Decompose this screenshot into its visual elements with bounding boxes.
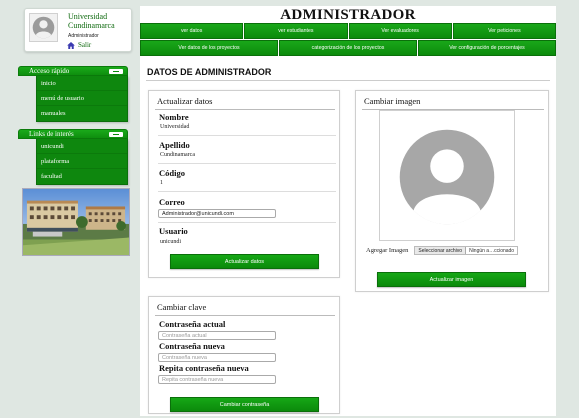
minus-icon[interactable] <box>109 131 123 137</box>
user-card: Universidad Cundinamarca Administrador S… <box>24 8 132 52</box>
new-password-field[interactable]: Contraseña nueva <box>158 353 276 362</box>
nav-ver-estudiantes[interactable]: ver estudiantes <box>244 23 348 39</box>
sidebar-item-plataforma[interactable]: plataforma <box>37 154 127 169</box>
quick-access-header[interactable]: Acceso rápido <box>18 66 128 76</box>
links-list: unicundi plataforma facultad <box>36 139 128 185</box>
usuario-label: Usuario <box>159 226 188 236</box>
nav-row-secondary: Ver datos de los proyectos categorizació… <box>140 40 556 56</box>
sidebar-item-manuales[interactable]: manuales <box>37 106 127 121</box>
current-password-field[interactable]: Contraseña actual <box>158 331 276 340</box>
usuario-value: unicundi <box>160 239 181 245</box>
repeat-password-field[interactable]: Repita contraseña nueva <box>158 375 276 384</box>
update-image-button[interactable]: Actualizar imagen <box>377 272 526 287</box>
sidebar-item-menu-usuario[interactable]: menú de usuario <box>37 91 127 106</box>
nav-datos-proyectos[interactable]: Ver datos de los proyectos <box>140 40 278 56</box>
nombre-value: Universidad <box>160 124 190 130</box>
divider <box>158 222 336 223</box>
update-data-panel: Actualizar datos Nombre Universidad Apel… <box>148 90 340 278</box>
change-password-button[interactable]: Cambiar contraseña <box>170 397 319 412</box>
divider <box>158 135 336 136</box>
logout-link[interactable]: Salir <box>67 41 91 49</box>
main-content: ADMINISTRADOR ver datos ver estudiantes … <box>140 6 556 416</box>
apellido-label: Apellido <box>159 140 190 150</box>
user-avatar-icon <box>29 13 58 42</box>
campus-photo <box>22 188 130 256</box>
divider <box>155 109 335 110</box>
quick-access-list: inicio menú de usuario manuales <box>36 76 128 122</box>
page-title: ADMINISTRADOR <box>280 7 416 23</box>
section-title: DATOS DE ADMINISTRADOR <box>147 67 272 77</box>
current-password-label: Contraseña actual <box>159 319 226 329</box>
image-panel-title: Cambiar imagen <box>364 96 421 106</box>
user-avatar-icon <box>379 110 515 241</box>
user-role: Administrador <box>68 33 99 39</box>
sidebar-item-inicio[interactable]: inicio <box>37 76 127 91</box>
quick-access-panel: Acceso rápido inicio menú de usuario man… <box>18 66 128 122</box>
nombre-label: Nombre <box>159 112 189 122</box>
nav-ver-peticiones[interactable]: Ver peticiones <box>452 23 556 39</box>
nav-categorizacion-proyectos[interactable]: categorización de los proyectos <box>279 40 417 56</box>
section-divider <box>146 80 550 81</box>
codigo-label: Código <box>159 168 185 178</box>
quick-access-title: Acceso rápido <box>29 67 70 75</box>
change-password-panel: Cambiar clave Contraseña actual Contrase… <box>148 296 340 414</box>
repeat-password-label: Repita contraseña nueva <box>159 363 249 373</box>
links-title: Links de interés <box>29 130 74 138</box>
university-name-line2: Cundinamarca <box>68 21 115 30</box>
sidebar-item-facultad[interactable]: facultad <box>37 169 127 184</box>
university-name-line1: Universidad <box>68 12 108 21</box>
divider <box>158 163 336 164</box>
correo-label: Correo <box>159 197 185 207</box>
password-panel-title: Cambiar clave <box>157 302 207 312</box>
divider <box>158 191 336 192</box>
divider <box>155 315 335 316</box>
email-field[interactable]: Administrador@unicundi.com <box>158 209 276 218</box>
file-input[interactable]: Seleccionar archivo Ningún a…ccionado <box>414 246 519 255</box>
nav-configuracion-porcentajes[interactable]: Ver configuración de porcentajes <box>418 40 556 56</box>
home-icon <box>67 41 75 49</box>
update-data-button[interactable]: Actualizar datos <box>170 254 319 269</box>
codigo-value: 1 <box>160 180 163 186</box>
file-upload-label: Agregar Imagen <box>366 247 409 254</box>
select-file-button[interactable]: Seleccionar archivo <box>415 247 467 254</box>
nav-ver-datos[interactable]: ver datos <box>140 23 244 39</box>
minus-icon[interactable] <box>109 68 123 74</box>
links-panel: Links de interés unicundi plataforma fac… <box>18 129 128 185</box>
links-header[interactable]: Links de interés <box>18 129 128 139</box>
nav-row-primary: ver datos ver estudiantes Ver evaluadore… <box>140 23 556 39</box>
apellido-value: Cundinamarca <box>160 152 195 158</box>
logout-label: Salir <box>78 41 92 49</box>
new-password-label: Contraseña nueva <box>159 341 225 351</box>
update-panel-title: Actualizar datos <box>157 96 213 106</box>
file-status: Ningún a…ccionado <box>469 247 515 254</box>
change-image-panel: Cambiar imagen Agregar Imagen Selecciona… <box>355 90 549 292</box>
sidebar-item-unicundi[interactable]: unicundi <box>37 139 127 154</box>
file-upload-row: Agregar Imagen Seleccionar archivo Ningú… <box>366 246 519 255</box>
nav-ver-evaluadores[interactable]: Ver evaluadores <box>348 23 452 39</box>
